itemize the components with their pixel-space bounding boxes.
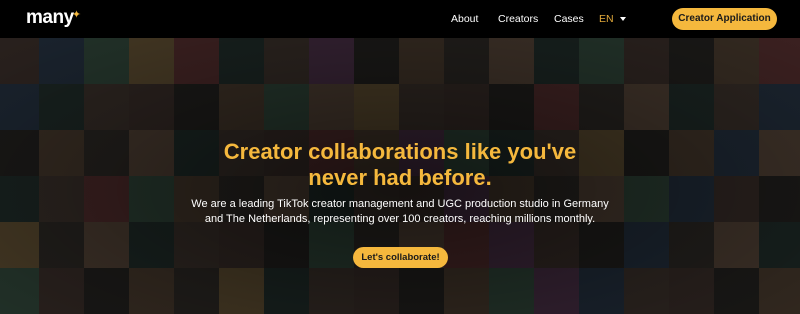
- logo-text: many: [26, 7, 74, 28]
- site-header: many ✦ About Creators Cases EN Creator A…: [0, 0, 800, 38]
- caret-down-icon: [619, 17, 626, 22]
- spark-icon: ✦: [71, 9, 81, 21]
- hero-title-line-2: never had before.: [308, 165, 492, 190]
- hero-title: Creator collaborations like you've never…: [150, 139, 650, 191]
- nav-link-cases[interactable]: Cases: [554, 12, 584, 26]
- nav-link-about[interactable]: About: [451, 12, 478, 26]
- hero-subtitle: We are a leading TikTok creator manageme…: [160, 197, 640, 227]
- logo[interactable]: many ✦: [26, 7, 81, 28]
- creator-application-button[interactable]: Creator Application: [672, 8, 777, 30]
- nav-link-creators[interactable]: Creators: [498, 12, 538, 26]
- lets-collaborate-button[interactable]: Let's collaborate!: [353, 247, 448, 268]
- language-label: EN: [599, 13, 614, 25]
- hero-title-line-1: Creator collaborations like you've: [223, 139, 577, 164]
- hero-subtitle-line-1: We are a leading TikTok creator manageme…: [191, 198, 609, 210]
- hero-section: Creator collaborations like you've never…: [0, 38, 800, 314]
- hero-subtitle-line-2: and The Netherlands, representing over 1…: [204, 213, 596, 225]
- language-selector[interactable]: EN: [599, 12, 626, 26]
